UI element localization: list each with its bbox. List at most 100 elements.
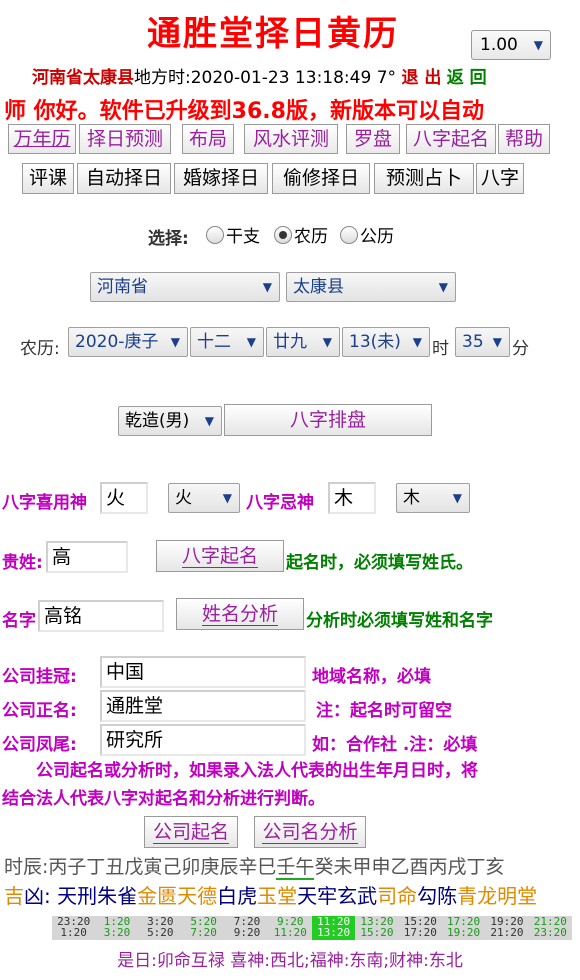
lunar-month-select[interactable]: 十二 ▼ bbox=[190, 327, 264, 357]
company-name-hint: 注：起名时可留空 bbox=[316, 701, 452, 721]
gender-select[interactable]: 乾造(男) ▼ bbox=[118, 406, 222, 436]
fullname-label: 名字 bbox=[2, 611, 36, 631]
xiong-label: 凶: bbox=[24, 884, 51, 908]
lunar-year-select[interactable]: 2020-庚子 ▼ bbox=[68, 327, 188, 357]
company-note-1: 公司起名或分析时，如果录入法人代表的出生年月日时，将 bbox=[36, 761, 478, 781]
xiyong-select-value: 火 bbox=[175, 488, 192, 508]
button-label: 公司名分析 bbox=[262, 821, 358, 844]
location-line: 河南省太康县地方时:2020-01-23 13:18:49 7° 退 出 返 回 bbox=[32, 63, 487, 88]
tab-luopan[interactable]: 罗盘 bbox=[346, 124, 400, 154]
radio-button[interactable] bbox=[206, 225, 224, 244]
hour-god: 天德 bbox=[177, 884, 218, 908]
back-link[interactable]: 返 回 bbox=[447, 68, 487, 88]
hour-god: 白虎 bbox=[217, 884, 258, 908]
lunar-day-select[interactable]: 廿九 ▼ bbox=[266, 327, 340, 357]
tab-touxiu-zeri[interactable]: 偷修择日 bbox=[272, 163, 370, 194]
name-analysis-button[interactable]: 姓名分析 bbox=[176, 598, 304, 630]
chevron-down-icon: ▼ bbox=[492, 335, 502, 349]
company-suffix-label: 公司凤尾: bbox=[2, 735, 77, 755]
time-slot: 15:20 17:20 bbox=[398, 916, 442, 940]
time-slot: 21:20 23:20 bbox=[528, 916, 572, 940]
tab-wannianli[interactable]: 万年历 bbox=[8, 124, 76, 154]
radio-button-selected[interactable] bbox=[274, 225, 292, 244]
radio-label: 农历 bbox=[294, 227, 328, 247]
radio-nongli[interactable]: 农历 bbox=[274, 222, 328, 247]
radio-label: 公历 bbox=[360, 227, 394, 247]
company-naming-button[interactable]: 公司起名 bbox=[144, 816, 238, 848]
hour-god: 玉堂 bbox=[257, 884, 298, 908]
province-value: 河南省 bbox=[97, 277, 148, 297]
tab-bazi[interactable]: 八字 bbox=[476, 163, 524, 194]
tab-wedding-zeri[interactable]: 婚嫁择日 bbox=[174, 163, 268, 194]
surname-hint: 起名时，必须填写姓氏。 bbox=[286, 553, 473, 573]
province-select[interactable]: 河南省 ▼ bbox=[90, 272, 280, 302]
company-prefix-input[interactable]: 中国 bbox=[100, 656, 306, 688]
xiyong-input[interactable]: 火 bbox=[100, 482, 148, 514]
lunar-hour-select[interactable]: 13(未) ▼ bbox=[342, 327, 430, 357]
fullname-input[interactable]: 高铭 bbox=[38, 600, 164, 632]
bazi-paipan-button[interactable]: 八字排盘 bbox=[224, 404, 432, 436]
button-label: 八字排盘 bbox=[289, 409, 366, 431]
county-select[interactable]: 太康县 ▼ bbox=[286, 272, 456, 302]
hour-god: 金匮 bbox=[137, 884, 178, 908]
lunar-day-value: 廿九 bbox=[273, 332, 307, 352]
time-slot: 1:20 3:20 bbox=[95, 916, 139, 940]
company-prefix-label: 公司挂冠: bbox=[2, 667, 77, 687]
radio-button[interactable] bbox=[340, 225, 358, 244]
chevron-down-icon: ▼ bbox=[170, 335, 180, 349]
time-slot-end: 13:20 bbox=[317, 926, 351, 939]
version-select[interactable]: 1.00 ▼ bbox=[471, 30, 551, 60]
lunar-year-value: 2020-庚子 bbox=[75, 332, 159, 352]
time-slot-end: 19:20 bbox=[447, 926, 481, 939]
company-name-input[interactable]: 通胜堂 bbox=[100, 690, 306, 722]
time-slot-end: 5:20 bbox=[147, 926, 174, 939]
chevron-down-icon: ▼ bbox=[222, 491, 232, 505]
company-suffix-hint: 如：合作社 .注：必填 bbox=[312, 735, 478, 755]
tab-divination[interactable]: 预测占卜 bbox=[374, 163, 474, 194]
jishen-select[interactable]: 木 ▼ bbox=[396, 483, 470, 513]
app-title: 通胜堂择日黄历 bbox=[147, 14, 399, 54]
time-slot-end: 11:20 bbox=[273, 926, 307, 939]
radio-ganzhi[interactable]: 干支 bbox=[206, 222, 260, 247]
jishen-input[interactable]: 木 bbox=[328, 482, 376, 514]
time-slot-end: 1:20 bbox=[60, 926, 87, 939]
day-info-line: 是日:卯命互禄 喜神:西北;福神:东南;财神:东北 bbox=[117, 951, 463, 971]
tab-auto-zeri[interactable]: 自动择日 bbox=[77, 163, 171, 194]
minute-unit: 分 bbox=[512, 339, 529, 359]
minute-value: 35 bbox=[462, 332, 484, 352]
company-name-label: 公司正名: bbox=[2, 701, 77, 721]
tab-zeri-yuce[interactable]: 择日预测 bbox=[79, 124, 171, 154]
bazi-qiming-button[interactable]: 八字起名 bbox=[156, 540, 284, 572]
gender-value: 乾造(男) bbox=[125, 411, 190, 431]
chevron-down-icon: ▼ bbox=[322, 335, 332, 349]
tab-fengshui[interactable]: 风水评测 bbox=[244, 124, 338, 154]
hour-god: 玄武 bbox=[337, 884, 378, 908]
tab-buju[interactable]: 布局 bbox=[182, 124, 234, 154]
hour-time-strip: 23:20 1:20 1:20 3:20 3:20 5:20 5:20 7:20 7:20 9:2… bbox=[52, 916, 572, 940]
minute-select[interactable]: 35 ▼ bbox=[455, 327, 510, 357]
tab-pingke[interactable]: 评课 bbox=[22, 163, 74, 194]
exit-link[interactable]: 退 出 bbox=[401, 68, 441, 88]
time-slot-end: 15:20 bbox=[360, 926, 394, 939]
company-suffix-input[interactable]: 研究所 bbox=[100, 724, 306, 756]
hour-gods-line: 吉凶: 天刑朱雀金匮天德白虎玉堂天牢玄武司命勾陈青龙明堂 bbox=[4, 880, 537, 909]
radio-label: 干支 bbox=[226, 227, 260, 247]
current-hour-branch: 壬午 bbox=[276, 856, 315, 880]
chevron-down-icon: ▼ bbox=[412, 335, 422, 349]
time-slot: 5:20 7:20 bbox=[181, 916, 226, 940]
jishen-select-value: 木 bbox=[403, 488, 420, 508]
calendar-choice-label: 选择: bbox=[148, 229, 189, 249]
company-analysis-button[interactable]: 公司名分析 bbox=[254, 816, 366, 848]
tab-bazi-qiming[interactable]: 八字起名 bbox=[406, 124, 496, 154]
radio-gongli[interactable]: 公历 bbox=[340, 222, 394, 247]
xiyong-select[interactable]: 火 ▼ bbox=[168, 483, 240, 513]
time-slot-end: 21:20 bbox=[490, 926, 524, 939]
hour-branches-after: 癸未甲申乙酉丙戌丁亥 bbox=[314, 856, 505, 878]
surname-input[interactable]: 高 bbox=[46, 541, 128, 573]
tab-help[interactable]: 帮助 bbox=[498, 124, 550, 154]
button-label: 公司起名 bbox=[152, 821, 229, 844]
hour-god: 天牢 bbox=[297, 884, 338, 908]
company-prefix-hint: 地域名称，必填 bbox=[312, 667, 431, 687]
surname-label: 贵姓: bbox=[2, 553, 43, 573]
time-slot-end: 7:20 bbox=[190, 926, 217, 939]
